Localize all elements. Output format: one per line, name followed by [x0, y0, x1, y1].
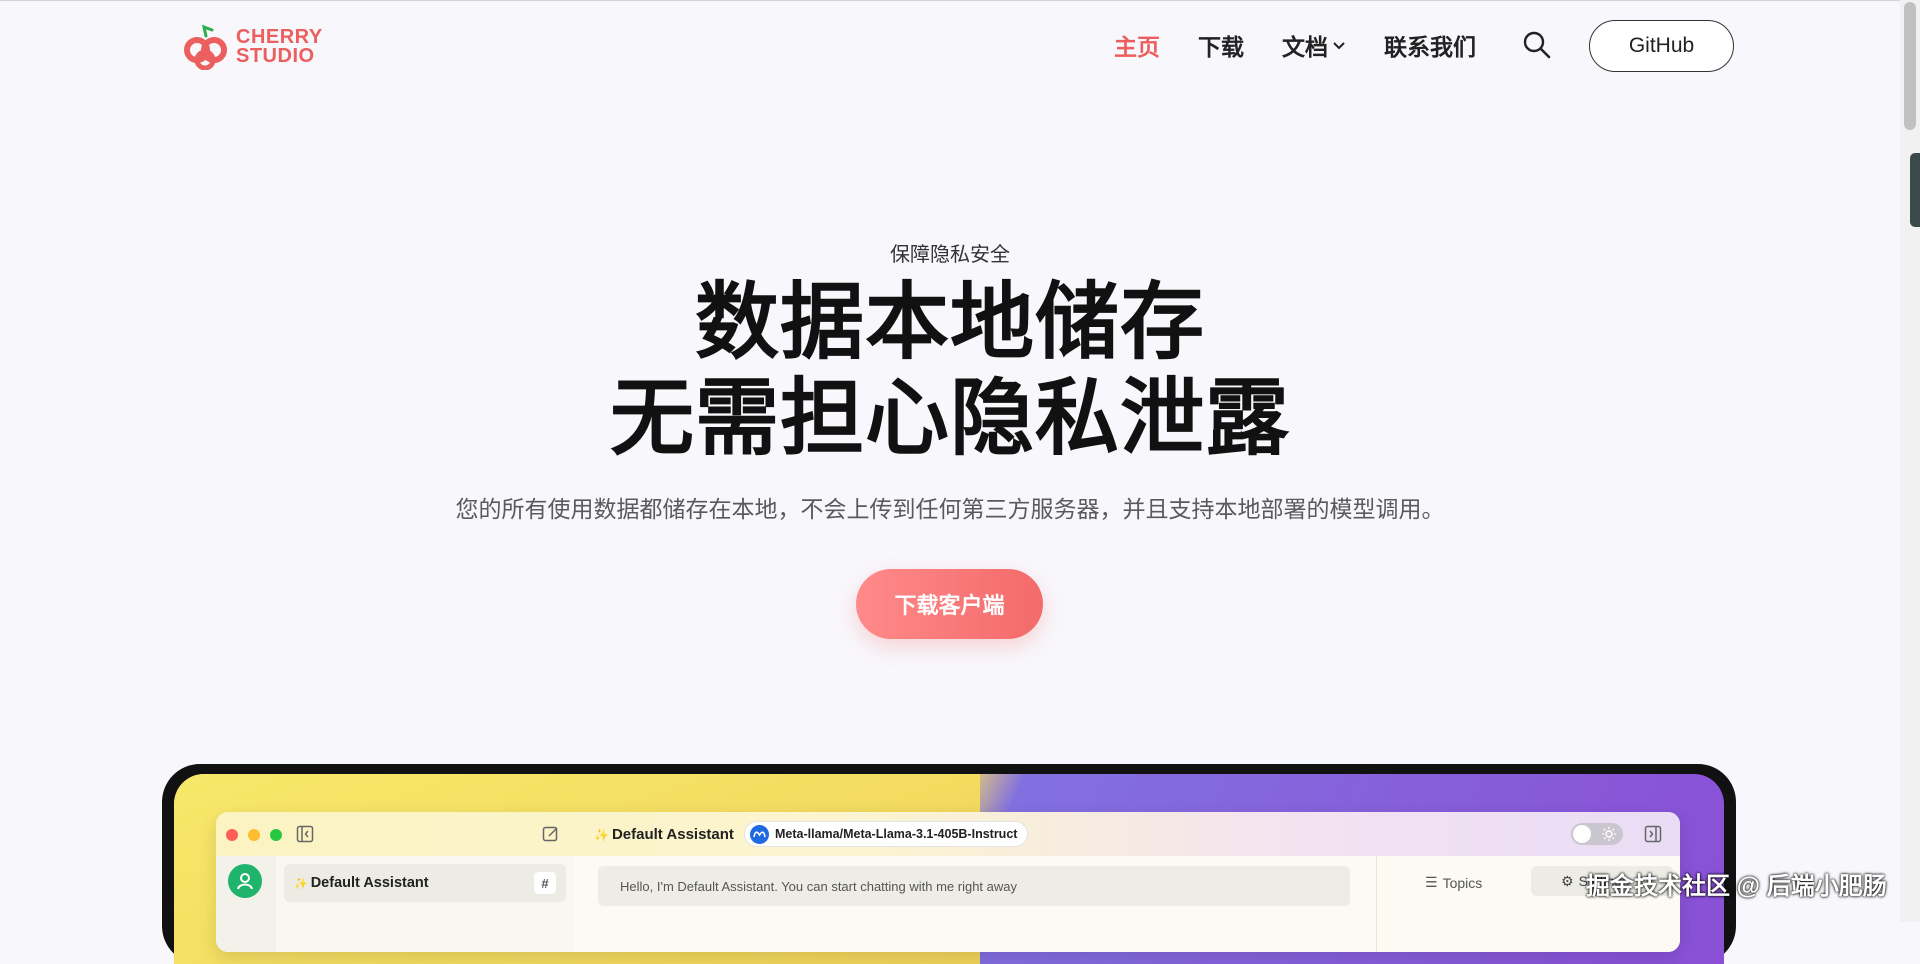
- logo-wordmark: CHERRY STUDIO: [236, 27, 323, 67]
- assistant-list: ✨ Default Assistant #: [276, 856, 575, 952]
- search-icon[interactable]: [1522, 30, 1552, 60]
- maximize-window-icon[interactable]: [270, 829, 282, 841]
- app-window: ✨ Default Assistant Meta-llama/Meta-Llam…: [216, 812, 1680, 952]
- new-chat-edit-icon[interactable]: [542, 825, 560, 843]
- cherry-logo-icon: [184, 24, 228, 71]
- hero-eyebrow: 保障隐私安全: [890, 244, 1010, 266]
- sun-icon: [1602, 827, 1616, 841]
- current-assistant-title: ✨ Default Assistant: [594, 826, 734, 843]
- current-assistant-name: Default Assistant: [611, 826, 734, 843]
- cherry-studio-logo[interactable]: CHERRY STUDIO: [184, 24, 323, 71]
- juejin-watermark: 掘金技术社区 @ 后端小肥肠: [1586, 873, 1887, 900]
- nav-download[interactable]: 下载: [1198, 28, 1244, 62]
- logo-text-line2: STUDIO: [236, 45, 315, 67]
- right-panel-toggle-icon[interactable]: [1644, 825, 1662, 843]
- close-window-icon[interactable]: [226, 829, 238, 841]
- assistant-list-item[interactable]: ✨ Default Assistant #: [284, 864, 566, 902]
- minimize-window-icon[interactable]: [248, 829, 260, 841]
- assistant-list-item-label: Default Assistant: [310, 875, 429, 891]
- sparkle-emoji-icon: ✨: [594, 827, 609, 842]
- nav-contact[interactable]: 联系我们: [1384, 28, 1476, 62]
- nav-home[interactable]: 主页: [1114, 28, 1160, 62]
- hero-title-line2: 无需担心隐私泄露: [609, 371, 1290, 465]
- app-titlebar: ✨ Default Assistant Meta-llama/Meta-Llam…: [216, 812, 1680, 856]
- sparkle-emoji-icon: ✨: [294, 877, 308, 890]
- chevron-down-icon: [1333, 42, 1345, 50]
- nav-docs-label: 文档: [1282, 34, 1328, 60]
- model-selector[interactable]: Meta-llama/Meta-Llama-3.1-405B-Instruct: [744, 821, 1029, 847]
- theme-toggle[interactable]: [1571, 823, 1623, 845]
- gear-icon: ⚙: [1561, 872, 1574, 889]
- github-button[interactable]: GitHub: [1589, 20, 1734, 72]
- theme-toggle-knob: [1573, 825, 1591, 843]
- app-icon-rail: [216, 856, 276, 952]
- browser-top-border: [0, 0, 1920, 1]
- chat-message: Hello, I'm Default Assistant. You can st…: [598, 866, 1350, 906]
- chat-area: Hello, I'm Default Assistant. You can st…: [574, 856, 1362, 952]
- sidebar-toggle-icon[interactable]: [296, 825, 314, 843]
- page-scrollbar[interactable]: [1900, 0, 1920, 922]
- hero-description: 您的所有使用数据都储存在本地，不会上传到任何第三方服务器，并且支持本地部署的模型…: [455, 496, 1445, 522]
- main-nav: 主页 下载 文档 联系我们: [1114, 28, 1514, 62]
- tab-topics[interactable]: ☰ Topics: [1425, 874, 1482, 891]
- model-name: Meta-llama/Meta-Llama-3.1-405B-Instruct: [775, 827, 1018, 841]
- user-avatar[interactable]: [228, 864, 262, 898]
- hero-title-line1: 数据本地储存: [694, 275, 1205, 369]
- hash-icon[interactable]: #: [534, 872, 556, 894]
- meta-logo-icon: [750, 824, 769, 844]
- app-preview-screen: ✨ Default Assistant Meta-llama/Meta-Llam…: [174, 774, 1724, 964]
- scrollbar-thumb[interactable]: [1904, 2, 1916, 130]
- app-preview-device: ✨ Default Assistant Meta-llama/Meta-Llam…: [162, 764, 1736, 964]
- list-icon: ☰: [1425, 874, 1438, 890]
- nav-docs[interactable]: 文档: [1282, 28, 1346, 62]
- side-widget-handle[interactable]: [1910, 153, 1920, 227]
- tab-topics-label: Topics: [1442, 874, 1483, 891]
- hero-title: 数据本地储存 无需担心隐私泄露: [0, 274, 1900, 466]
- download-client-button[interactable]: 下载客户端: [856, 569, 1043, 639]
